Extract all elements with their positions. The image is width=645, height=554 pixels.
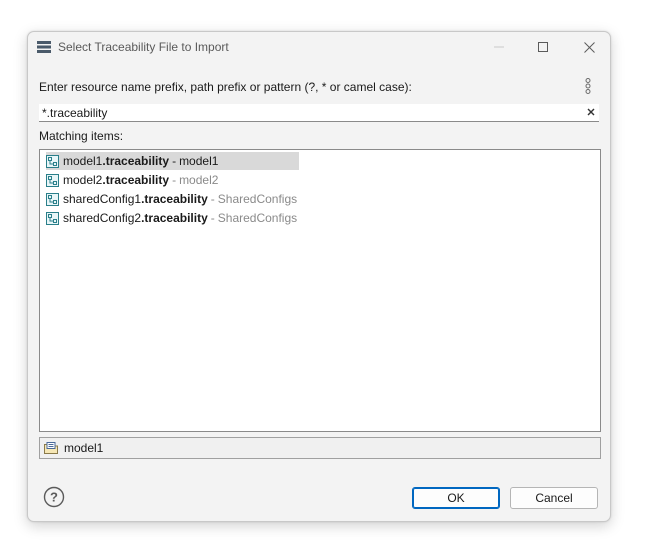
item-prefix: model1 <box>63 154 103 168</box>
search-prompt-label: Enter resource name prefix, path prefix … <box>39 80 412 94</box>
close-button[interactable] <box>566 32 612 62</box>
help-icon[interactable]: ? <box>43 486 65 508</box>
dialog-list-icon <box>37 41 51 53</box>
item-match: .traceability <box>102 154 170 168</box>
search-input[interactable] <box>39 104 572 121</box>
matching-items-list[interactable]: model1.traceability - model1 model2.tracea… <box>39 149 601 432</box>
title-bar[interactable]: Select Traceability File to Import <box>28 32 610 62</box>
close-icon <box>583 41 595 53</box>
item-folder: SharedConfigs <box>217 192 298 206</box>
ok-button[interactable]: OK <box>412 487 500 509</box>
traceability-file-icon <box>46 173 59 187</box>
list-item[interactable]: model1.traceability - model1 <box>46 152 299 170</box>
clear-x-icon[interactable] <box>585 106 597 118</box>
item-name: model1.traceability <box>63 154 169 168</box>
item-separator: - <box>172 173 177 187</box>
item-prefix: sharedConfig1 <box>63 192 142 206</box>
list-item[interactable]: model2.traceability - model2 <box>46 171 218 189</box>
item-match: .traceability <box>102 173 170 187</box>
matching-items-label: Matching items: <box>39 129 124 143</box>
item-separator: - <box>210 192 215 206</box>
list-item[interactable]: sharedConfig2.traceability - SharedConfigs <box>46 209 297 227</box>
window-title: Select Traceability File to Import <box>58 40 229 54</box>
traceability-file-icon <box>46 154 59 168</box>
kebab-menu-icon[interactable] <box>584 78 592 94</box>
item-separator: - <box>210 211 215 225</box>
details-status-bar: model1 <box>39 437 601 459</box>
item-separator: - <box>172 154 177 168</box>
item-match: .traceability <box>141 192 208 206</box>
minimize-button[interactable] <box>476 32 522 62</box>
item-folder: SharedConfigs <box>217 211 298 225</box>
item-name: model2.traceability <box>63 173 169 187</box>
item-prefix: sharedConfig2 <box>63 211 142 225</box>
list-item[interactable]: sharedConfig1.traceability - SharedConfigs <box>46 190 297 208</box>
minimize-icon <box>494 46 504 48</box>
cancel-button[interactable]: Cancel <box>510 487 598 509</box>
maximize-icon <box>538 42 548 52</box>
item-folder: model2 <box>179 173 219 187</box>
item-name: sharedConfig2.traceability <box>63 211 208 225</box>
traceability-file-icon <box>46 192 59 206</box>
maximize-button[interactable] <box>520 32 566 62</box>
item-name: sharedConfig1.traceability <box>63 192 208 206</box>
search-field <box>39 104 599 122</box>
svg-text:?: ? <box>50 490 58 505</box>
item-folder: model1 <box>179 154 219 168</box>
project-folder-icon <box>44 442 58 454</box>
details-text: model1 <box>64 441 104 455</box>
item-match: .traceability <box>141 211 208 225</box>
traceability-file-icon <box>46 211 59 225</box>
select-traceability-dialog: Select Traceability File to Import Enter… <box>27 31 611 522</box>
item-prefix: model2 <box>63 173 103 187</box>
